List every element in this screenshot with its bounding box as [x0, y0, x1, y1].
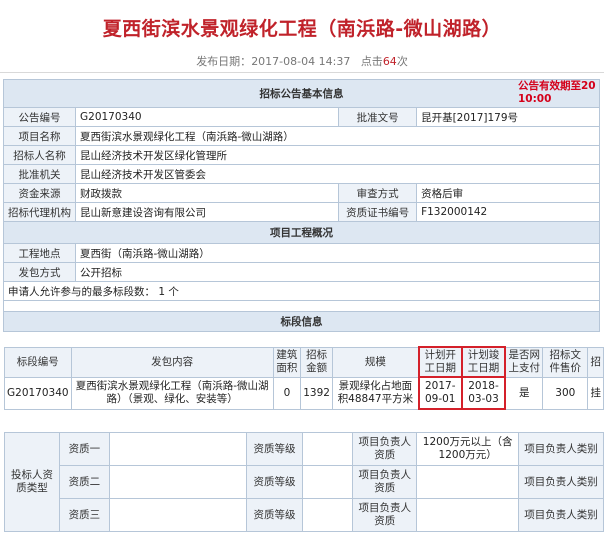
- header-divider: [0, 72, 604, 73]
- section-no: G20170340: [4, 376, 72, 410]
- project-overview-header: 项目工程概况: [3, 221, 600, 244]
- qualification-2-label: 资质二: [58, 465, 110, 499]
- qualification-2-category-label: 项目负责人类别: [518, 465, 604, 499]
- agency-label: 招标代理机构: [3, 202, 76, 222]
- cert-no-label: 资质证书编号: [338, 202, 418, 222]
- validity-notice: 公告有效期至20 10:00: [518, 80, 604, 106]
- contract-method: 公开招标: [75, 262, 600, 282]
- qualification-2-manager-label: 项目负责人资质: [352, 465, 418, 499]
- qualification-group-label: 投标人资质类型: [4, 432, 60, 532]
- section-scale: 景观绿化占地面积48847平方米: [331, 376, 420, 410]
- announcement-no: G20170340: [74, 107, 340, 127]
- cert-no: F132000142: [416, 202, 600, 222]
- page-title: 夏西街滨水景观绿化工程（南浜路-微山湖路）: [102, 18, 502, 40]
- fund-source-label: 资金来源: [3, 183, 76, 203]
- approval-doc-label: 批准文号: [338, 107, 418, 127]
- review-method: 资格后审: [416, 183, 600, 203]
- section-extra: 挂: [587, 376, 604, 410]
- col-doc-price: 招标文件售价: [542, 346, 589, 378]
- qualification-1-manager-value: 1200万元以上（含1200万元）: [416, 432, 520, 466]
- section-doc-price: 300: [542, 376, 589, 410]
- qualification-2-manager-value: [416, 465, 520, 499]
- qualification-3-grade-label: 资质等级: [245, 498, 304, 532]
- qualification-3-category-label: 项目负责人类别: [518, 498, 604, 532]
- col-online-pay: 是否网上支付: [504, 346, 544, 378]
- announcement-no-label: 公告编号: [3, 107, 76, 127]
- qualification-2-grade: [302, 465, 354, 499]
- col-section-no: 标段编号: [4, 346, 72, 378]
- tenderer: 昆山经济技术开发区绿化管理所: [75, 145, 600, 165]
- click-count: 64: [382, 55, 397, 68]
- validity-notice-line1: 公告有效期至20: [518, 80, 596, 92]
- approval-doc: 昆开基[2017]179号: [416, 107, 600, 127]
- col-area: 建筑面积: [272, 346, 302, 378]
- publish-label: 发布日期：: [196, 55, 252, 68]
- contract-method-label: 发包方式: [3, 262, 76, 282]
- qualification-2-grade-label: 资质等级: [245, 465, 304, 499]
- validity-notice-line2: 10:00: [518, 93, 552, 105]
- qualification-1-manager-label: 项目负责人资质: [352, 432, 418, 466]
- location-label: 工程地点: [3, 243, 76, 263]
- qualification-3-grade: [302, 498, 354, 532]
- qualification-3-label: 资质三: [58, 498, 110, 532]
- section-online-pay: 是: [504, 376, 544, 410]
- tenderer-label: 招标人名称: [3, 145, 76, 165]
- qualification-3-manager-label: 项目负责人资质: [352, 498, 418, 532]
- section-table: 标段编号 发包内容 建筑面积 招标金额 规模 计划开工日期 计划竣工日期 是否网…: [4, 346, 604, 410]
- project-name: 夏西街滨水景观绿化工程（南浜路-微山湖路）: [75, 126, 600, 146]
- clicks-label: 点击: [360, 55, 383, 68]
- section-content: 夏西街滨水景观绿化工程（南浜路-微山湖路）（景观、绿化、安装等）: [70, 376, 274, 410]
- basic-info-table: 招标公告基本信息 公告编号 G20170340 批准文号 昆开基[2017]17…: [3, 79, 600, 332]
- section-area: 0: [272, 376, 302, 410]
- clicks-suffix: 次: [396, 55, 408, 68]
- section-end-date: 2018-03-03: [460, 376, 507, 410]
- qualification-2-value: [108, 465, 247, 499]
- col-end-date: 计划竣工日期: [460, 346, 507, 378]
- qualification-1-category-label: 项目负责人类别: [518, 432, 604, 466]
- fund-source: 财政拨款: [74, 183, 340, 203]
- section-amount: 1392: [300, 376, 333, 410]
- publish-meta: 发布日期：2017-08-04 14:37 点击64次: [0, 53, 604, 69]
- qualification-3-manager-value: [416, 498, 520, 532]
- qualification-1-value: [108, 432, 247, 466]
- basic-info-header: 招标公告基本信息: [3, 79, 600, 108]
- col-amount: 招标金额: [300, 346, 333, 378]
- qualification-1-label: 资质一: [58, 432, 110, 466]
- qualification-1-grade-label: 资质等级: [245, 432, 304, 466]
- approval-org-label: 批准机关: [3, 164, 76, 184]
- col-extra: 招: [587, 346, 604, 378]
- col-scale: 规模: [331, 346, 420, 378]
- qualification-1-grade: [302, 432, 354, 466]
- approval-org: 昆山经济技术开发区管委会: [75, 164, 600, 184]
- qualification-3-value: [108, 498, 247, 532]
- review-method-label: 审查方式: [338, 183, 418, 203]
- project-name-label: 项目名称: [3, 126, 76, 146]
- qualification-table: 投标人资质类型 资质一 资质等级 项目负责人资质 1200万元以上（含1200万…: [4, 432, 604, 532]
- section-info-header: 标段信息: [3, 311, 600, 332]
- agency: 昆山新意建设咨询有限公司: [74, 202, 340, 222]
- spacer: [3, 300, 600, 312]
- location: 夏西街（南浜路-微山湖路）: [75, 243, 600, 263]
- col-content: 发包内容: [70, 346, 274, 378]
- publish-date: 2017-08-04 14:37: [251, 55, 351, 68]
- max-sections-text: 申请人允许参与的最多标段数： 1 个: [3, 281, 600, 301]
- section-start-date: 2017-09-01: [417, 376, 463, 410]
- col-start-date: 计划开工日期: [417, 346, 463, 378]
